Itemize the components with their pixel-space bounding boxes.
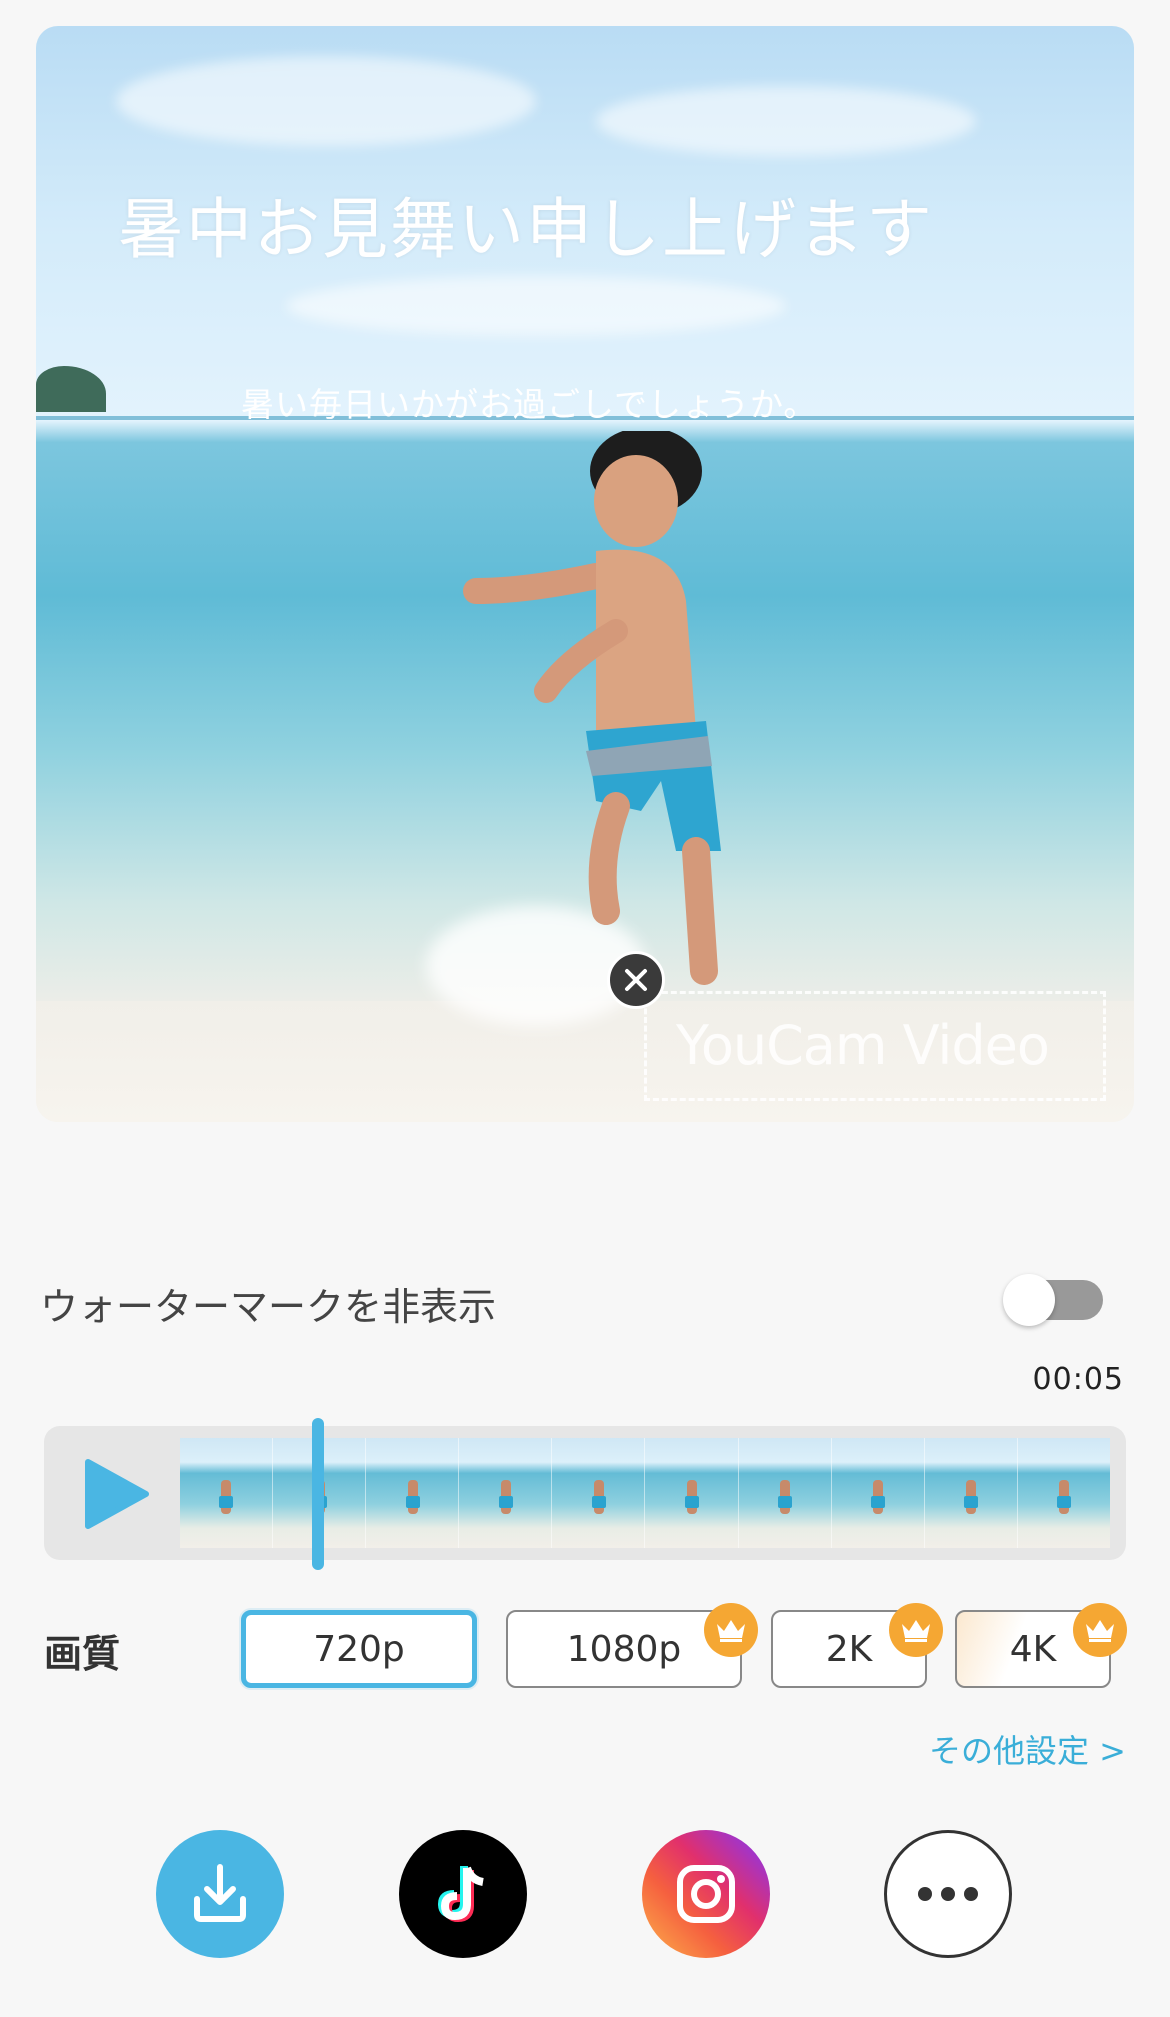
timeline-frame [180, 1438, 274, 1548]
quality-720p-button[interactable]: 720p [241, 1610, 477, 1688]
more-settings-link[interactable]: その他設定 > [929, 1726, 1126, 1772]
more-share-button[interactable] [884, 1830, 1012, 1958]
instagram-icon [677, 1865, 735, 1923]
download-icon [194, 1864, 246, 1922]
instagram-share-button[interactable] [642, 1830, 770, 1958]
premium-crown-icon [1073, 1603, 1127, 1657]
timeline-frame [459, 1438, 553, 1548]
quality-option-label: 1080p [566, 1628, 682, 1670]
duration-label: 00:05 [1032, 1362, 1124, 1397]
quality-option-label: 2K [825, 1628, 873, 1670]
timeline-frame [738, 1438, 832, 1548]
hide-watermark-toggle[interactable] [1003, 1274, 1103, 1326]
playhead[interactable] [312, 1418, 324, 1570]
island [36, 366, 106, 412]
timeline-frame [1017, 1438, 1110, 1548]
video-preview[interactable]: 暑中お見舞い申し上げます 暑い毎日いかがお過ごしでしょうか。 YouCam Vi… [36, 26, 1134, 1122]
quality-option-label: 4K [1009, 1628, 1057, 1670]
quality-option-label: 720p [313, 1628, 405, 1670]
sub-text: 暑い毎日いかがお過ごしでしょうか。 [241, 385, 818, 424]
premium-crown-icon [704, 1603, 758, 1657]
play-icon [85, 1459, 149, 1529]
timeline-frame [552, 1438, 646, 1548]
timeline-frame [924, 1438, 1018, 1548]
quality-label: 画質 [44, 1632, 121, 1676]
premium-crown-icon [889, 1603, 943, 1657]
close-icon [625, 969, 647, 991]
child-figure [463, 431, 721, 985]
tiktok-share-button[interactable] [399, 1830, 527, 1958]
hide-watermark-label: ウォーターマークを非表示 [40, 1285, 497, 1329]
watermark-close-button[interactable] [607, 951, 665, 1009]
play-button[interactable] [74, 1454, 154, 1534]
cloud [596, 86, 976, 156]
watermark-text: YouCam Video [676, 1014, 1050, 1077]
timeline-frame [645, 1438, 739, 1548]
timeline-frame [831, 1438, 925, 1548]
tiktok-icon [437, 1866, 484, 1923]
greeting-text: 暑中お見舞い申し上げます [118, 191, 934, 268]
download-button[interactable] [156, 1830, 284, 1958]
timeline[interactable] [44, 1426, 1126, 1560]
more-icon [918, 1887, 978, 1901]
timeline-frame [366, 1438, 460, 1548]
toggle-knob [1003, 1274, 1055, 1326]
cloud [116, 56, 536, 146]
cloud [286, 276, 786, 336]
